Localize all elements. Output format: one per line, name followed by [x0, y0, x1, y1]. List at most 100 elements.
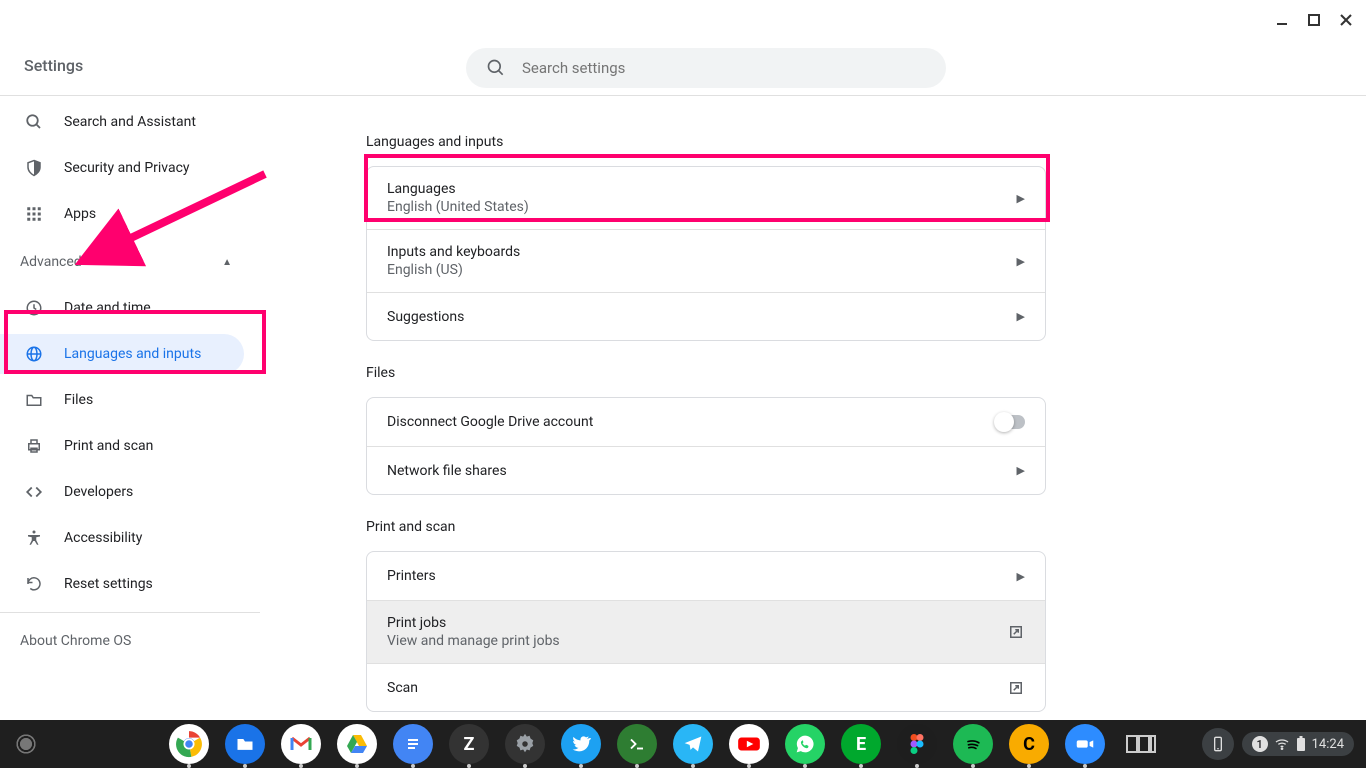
row-network-file-shares[interactable]: Network file shares ▶ — [367, 446, 1045, 494]
app-c[interactable]: C — [1009, 724, 1049, 764]
app-z[interactable]: Z — [449, 724, 489, 764]
sidebar-item-security-privacy[interactable]: Security and Privacy — [0, 148, 244, 188]
app-files[interactable] — [225, 724, 265, 764]
shield-icon — [24, 158, 44, 178]
section-title-languages: Languages and inputs — [366, 134, 1326, 150]
app-docs[interactable] — [393, 724, 433, 764]
app-whatsapp[interactable] — [785, 724, 825, 764]
chevron-right-icon: ▶ — [1017, 192, 1025, 205]
chevron-right-icon: ▶ — [1017, 570, 1025, 583]
row-printers[interactable]: Printers ▶ — [367, 552, 1045, 600]
row-title: Printers — [387, 568, 436, 584]
section-title-files: Files — [366, 365, 1326, 381]
sidebar-item-label: Apps — [64, 206, 96, 222]
sidebar-item-reset-settings[interactable]: Reset settings — [0, 564, 244, 604]
app-chrome[interactable] — [169, 724, 209, 764]
row-subtitle: English (US) — [387, 262, 520, 278]
app-overview[interactable] — [1121, 724, 1161, 764]
status-tray[interactable]: 1 14:24 — [1242, 732, 1354, 756]
row-suggestions[interactable]: Suggestions ▶ — [367, 292, 1045, 340]
card-files: Disconnect Google Drive account Network … — [366, 397, 1046, 495]
clock-time: 14:24 — [1312, 737, 1344, 752]
sidebar-item-label: Developers — [64, 484, 133, 500]
notification-badge: 1 — [1252, 736, 1268, 752]
sidebar-item-label: About Chrome OS — [20, 633, 131, 649]
globe-icon — [24, 344, 44, 364]
row-subtitle: English (United States) — [387, 199, 529, 215]
sidebar-item-languages-inputs[interactable]: Languages and inputs — [0, 334, 244, 374]
sidebar-section-advanced[interactable]: Advanced ▲ — [0, 242, 260, 282]
app-spotify[interactable] — [953, 724, 993, 764]
row-subtitle: View and manage print jobs — [387, 633, 560, 649]
toggle-disconnect-drive[interactable] — [995, 415, 1025, 429]
open-external-icon — [1007, 623, 1025, 641]
phone-hub-button[interactable] — [1202, 728, 1234, 760]
sidebar-item-apps[interactable]: Apps — [0, 194, 244, 234]
chevron-right-icon: ▶ — [1017, 464, 1025, 477]
chevron-right-icon: ▶ — [1017, 310, 1025, 323]
folder-icon — [24, 390, 44, 410]
app-e[interactable]: E — [841, 724, 881, 764]
sidebar-item-date-time[interactable]: Date and time — [0, 288, 244, 328]
sidebar-item-label: Security and Privacy — [64, 160, 190, 176]
clock-icon — [24, 298, 44, 318]
row-languages[interactable]: Languages English (United States) ▶ — [367, 167, 1045, 229]
launcher-button[interactable] — [12, 730, 40, 758]
battery-icon — [1296, 736, 1306, 752]
sidebar-item-files[interactable]: Files — [0, 380, 244, 420]
sidebar-item-label: Files — [64, 392, 93, 408]
app-gmail[interactable] — [281, 724, 321, 764]
sidebar-item-label: Print and scan — [64, 438, 153, 454]
reset-icon — [24, 574, 44, 594]
app-zoom[interactable] — [1065, 724, 1105, 764]
maximize-button[interactable] — [1302, 8, 1326, 32]
search-input[interactable] — [522, 59, 926, 77]
sidebar: Search and Assistant Security and Privac… — [0, 96, 260, 720]
row-print-jobs[interactable]: Print jobs View and manage print jobs — [367, 600, 1045, 663]
sidebar-item-label: Accessibility — [64, 530, 142, 546]
app-twitter[interactable] — [561, 724, 601, 764]
sidebar-item-label: Languages and inputs — [64, 346, 201, 362]
print-icon — [24, 436, 44, 456]
row-title: Suggestions — [387, 309, 464, 325]
row-disconnect-drive[interactable]: Disconnect Google Drive account — [367, 398, 1045, 446]
app-terminal[interactable] — [617, 724, 657, 764]
row-scan[interactable]: Scan — [367, 663, 1045, 711]
row-title: Print jobs — [387, 615, 560, 631]
close-button[interactable] — [1334, 8, 1358, 32]
status-area: 1 14:24 — [1202, 728, 1354, 760]
app-drive[interactable] — [337, 724, 377, 764]
search-box[interactable] — [466, 48, 946, 88]
window-controls — [1266, 4, 1362, 36]
minimize-button[interactable] — [1270, 8, 1294, 32]
app-settings[interactable] — [505, 724, 545, 764]
row-title: Network file shares — [387, 463, 507, 479]
apps-icon — [24, 204, 44, 224]
open-external-icon — [1007, 679, 1025, 697]
row-title: Disconnect Google Drive account — [387, 414, 593, 430]
wifi-icon — [1274, 736, 1290, 752]
search-icon — [486, 58, 506, 78]
header-bar: Settings — [0, 0, 1366, 96]
sidebar-item-print-scan[interactable]: Print and scan — [0, 426, 244, 466]
sidebar-item-about-chrome-os[interactable]: About Chrome OS — [0, 621, 260, 661]
sidebar-item-search-assistant[interactable]: Search and Assistant — [0, 102, 244, 142]
app-telegram[interactable] — [673, 724, 713, 764]
sidebar-section-label: Advanced — [20, 254, 82, 270]
sidebar-item-label: Search and Assistant — [64, 114, 196, 130]
chevron-up-icon: ▲ — [222, 257, 232, 268]
sidebar-item-accessibility[interactable]: Accessibility — [0, 518, 244, 558]
row-title: Languages — [387, 181, 529, 197]
app-figma[interactable] — [897, 724, 937, 764]
app-youtube[interactable] — [729, 724, 769, 764]
shelf: Z E C 1 14:24 — [0, 720, 1366, 768]
section-title-print-scan: Print and scan — [366, 519, 1326, 535]
page-title: Settings — [24, 56, 83, 75]
sidebar-item-label: Reset settings — [64, 576, 153, 592]
divider — [0, 612, 260, 613]
row-inputs-keyboards[interactable]: Inputs and keyboards English (US) ▶ — [367, 229, 1045, 292]
card-languages-inputs: Languages English (United States) ▶ Inpu… — [366, 166, 1046, 341]
card-print-scan: Printers ▶ Print jobs View and manage pr… — [366, 551, 1046, 712]
sidebar-item-developers[interactable]: Developers — [0, 472, 244, 512]
chevron-right-icon: ▶ — [1017, 255, 1025, 268]
